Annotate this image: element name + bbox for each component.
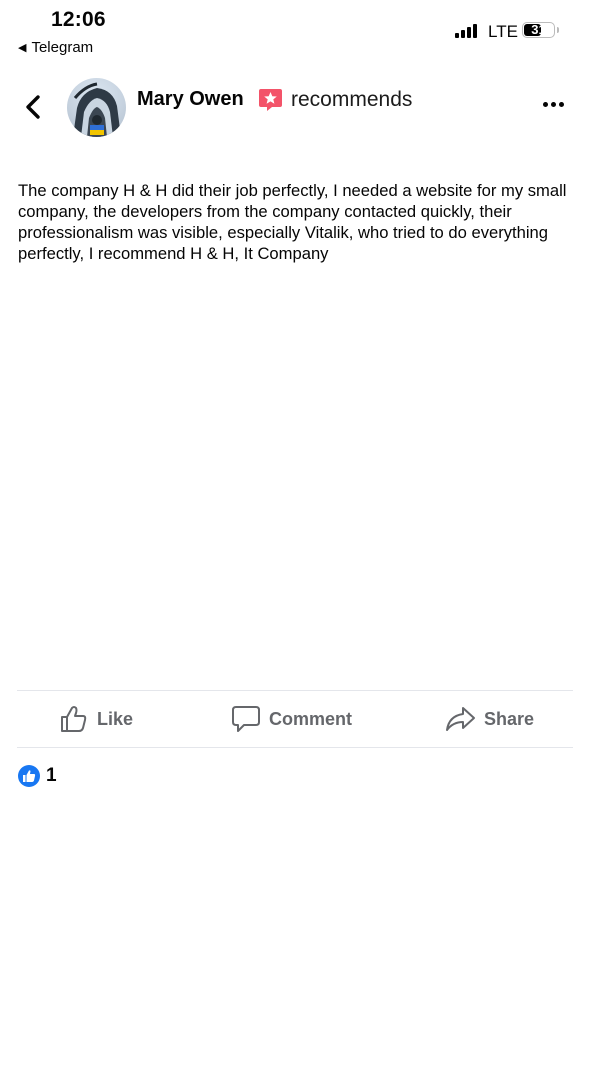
post-text: The company H & H did their job perfectl… — [18, 181, 567, 263]
reaction-summary[interactable]: 1 — [18, 765, 57, 787]
share-button[interactable]: Share — [445, 704, 534, 734]
back-to-app-link[interactable]: ◀ Telegram — [18, 39, 93, 56]
back-button[interactable] — [22, 92, 46, 122]
recommend-star-icon — [258, 87, 283, 112]
share-label: Share — [484, 708, 535, 729]
author-name[interactable]: Mary Owen — [137, 88, 244, 111]
thumbs-up-icon — [61, 706, 87, 732]
divider — [17, 747, 573, 748]
like-label: Like — [97, 708, 134, 729]
battery-level: 31 — [531, 22, 546, 37]
signal-strength-icon — [455, 24, 477, 38]
network-type: LTE — [488, 22, 518, 41]
avatar-photo — [73, 82, 121, 137]
back-triangle-icon: ◀ — [18, 42, 27, 54]
back-app-label: Telegram — [31, 39, 94, 56]
comment-bubble-icon — [232, 706, 260, 732]
comment-button[interactable]: Comment — [231, 704, 352, 734]
like-reaction-icon — [18, 765, 40, 787]
more-options-icon[interactable] — [543, 102, 564, 107]
comment-label: Comment — [269, 708, 353, 729]
status-time: 12:06 — [51, 8, 106, 31]
avatar[interactable] — [67, 78, 126, 137]
chevron-left-icon — [26, 95, 40, 119]
recommends-label: recommends — [291, 88, 413, 111]
like-button[interactable]: Like — [59, 704, 133, 734]
share-arrow-icon — [446, 707, 475, 731]
like-count: 1 — [46, 765, 57, 786]
battery-icon: 31 — [522, 22, 559, 38]
divider — [17, 690, 573, 691]
